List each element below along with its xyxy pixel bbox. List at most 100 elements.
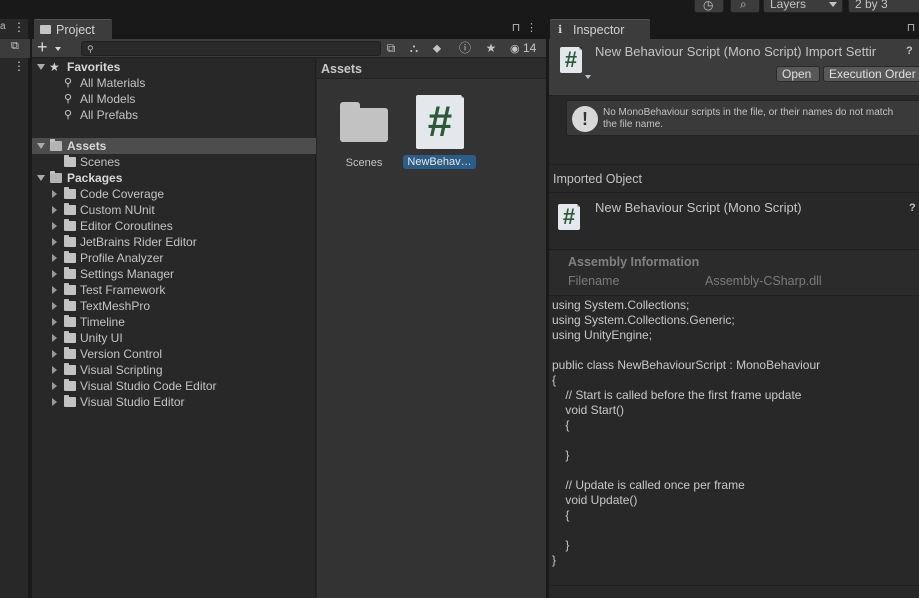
tree-item-package[interactable]: TextMeshPro <box>32 298 316 314</box>
tree-item-scenes[interactable]: Scenes <box>32 154 316 170</box>
imported-object-title: New Behaviour Script (Mono Script) <box>595 200 802 215</box>
expand-arrow-icon[interactable] <box>52 302 57 310</box>
assets-breadcrumb[interactable]: Assets <box>317 59 546 79</box>
import-settings-header: # New Behaviour Script (Mono Script) Imp… <box>549 39 919 96</box>
tree-item-label: Unity UI <box>80 331 123 345</box>
script-symbol: # <box>427 97 453 146</box>
tab-inspector[interactable]: ℹ Inspector <box>550 19 650 40</box>
tree-item-package[interactable]: Code Coverage <box>32 186 316 202</box>
expand-arrow-icon[interactable] <box>52 334 57 342</box>
asset-label-newbehaviour[interactable]: NewBehav… <box>403 155 476 169</box>
tree-item-favorite[interactable]: ⚲ All Prefabs <box>32 107 316 123</box>
tree-item-package[interactable]: Timeline <box>32 314 316 330</box>
csharp-script-icon[interactable]: # <box>416 95 464 149</box>
tree-item-package[interactable]: Visual Scripting <box>32 362 316 378</box>
search-by-type-icon[interactable]: ⧉ <box>383 41 399 56</box>
filename-label: Filename <box>568 274 620 288</box>
favorite-star-icon[interactable]: ★ <box>483 41 499 56</box>
expand-arrow-icon[interactable] <box>52 270 57 278</box>
expand-arrow-icon[interactable] <box>52 366 57 374</box>
tree-item-label: Code Coverage <box>80 187 165 201</box>
expand-arrow-icon[interactable] <box>52 190 57 198</box>
expand-arrow-icon[interactable] <box>52 254 57 262</box>
search-input[interactable]: ⚲ <box>81 41 381 56</box>
expand-arrow-icon[interactable] <box>52 350 57 358</box>
expand-arrow-icon[interactable] <box>52 318 57 326</box>
tree-item-package[interactable]: Unity UI <box>32 330 316 346</box>
script-preview: using System.Collections; using System.C… <box>552 298 821 567</box>
tree-item-label: Visual Studio Editor <box>80 395 185 409</box>
filter-by-type-icon[interactable]: ⛬ <box>406 41 422 56</box>
folder-icon <box>64 219 76 231</box>
divider <box>549 192 919 193</box>
open-button[interactable]: Open <box>776 66 820 82</box>
tree-item-label: Assets <box>67 139 107 153</box>
tree-item-label: Profile Analyzer <box>80 251 164 265</box>
inspector-title: New Behaviour Script (Mono Script) Impor… <box>595 44 877 59</box>
chevron-down-icon <box>55 47 61 51</box>
warning-filter-icon[interactable]: ⓘ <box>457 41 473 56</box>
expand-arrow-icon[interactable] <box>52 398 57 406</box>
tree-item-label: Settings Manager <box>80 267 175 281</box>
collapse-icon: ⧉ <box>11 40 19 52</box>
tree-item-label: Favorites <box>67 60 121 74</box>
tree-item-package[interactable]: Editor Coroutines <box>32 218 316 234</box>
search-button[interactable]: ⌕ <box>730 0 760 13</box>
warning-icon: ! <box>572 106 598 132</box>
lock-icon[interactable]: ⊓ <box>511 22 521 34</box>
lock-icon[interactable]: ⊓ <box>906 22 916 34</box>
chevron-down-icon[interactable] <box>585 75 591 79</box>
search-icon: ⚲ <box>64 109 73 121</box>
folder-icon <box>64 267 76 279</box>
help-icon[interactable]: ? <box>909 202 916 214</box>
expand-arrow-icon[interactable] <box>37 175 45 181</box>
asset-label-scenes[interactable]: Scenes <box>337 156 391 170</box>
project-window: Project ⊓ ⋮ + ⚲ ⧉ ⛬ ⬥ ⓘ ★ ◉ 14 ★ Favorit… <box>32 19 546 598</box>
tree-item-favorites[interactable]: ★ Favorites <box>32 59 316 75</box>
filter-by-label-icon[interactable]: ⬥ <box>429 41 445 56</box>
tree-item-favorite[interactable]: ⚲ All Materials <box>32 75 316 91</box>
expand-arrow-icon[interactable] <box>52 382 57 390</box>
tree-item-assets[interactable]: Assets <box>32 138 316 154</box>
layout-dropdown[interactable]: 2 by 3 <box>848 0 919 13</box>
folder-icon <box>64 155 76 167</box>
tree-item-package[interactable]: Visual Studio Code Editor <box>32 378 316 394</box>
layers-dropdown[interactable]: Layers <box>763 0 843 13</box>
tree-item-label: Editor Coroutines <box>80 219 173 233</box>
folder-icon <box>64 379 76 391</box>
tree-item-favorite[interactable]: ⚲ All Models <box>32 91 316 107</box>
asset-item-scenes[interactable] <box>340 102 388 142</box>
expand-arrow-icon[interactable] <box>52 238 57 246</box>
eye-icon: ◉ <box>510 43 520 55</box>
help-icon[interactable]: ? <box>906 45 913 57</box>
tree-item-packages[interactable]: Packages <box>32 170 316 186</box>
tree-item-package[interactable]: Visual Studio Editor <box>32 394 316 410</box>
divider <box>549 585 919 586</box>
more-menu-icon[interactable]: ⋮ <box>13 59 25 73</box>
expand-arrow-icon[interactable] <box>37 143 45 149</box>
add-button[interactable]: + <box>37 38 65 58</box>
more-menu-icon[interactable]: ⋮ <box>526 22 537 34</box>
expand-arrow-icon[interactable] <box>52 206 57 214</box>
assembly-information-label: Assembly Information <box>568 255 700 269</box>
tab-inspector-label: Inspector <box>573 23 625 37</box>
execution-order-button[interactable]: Execution Order <box>823 66 919 82</box>
tree-item-package[interactable]: Profile Analyzer <box>32 250 316 266</box>
more-menu-icon[interactable]: ⋮ <box>13 20 25 34</box>
hidden-packages-toggle[interactable]: ◉ 14 <box>510 40 536 58</box>
collapse-button[interactable]: ⧉ <box>0 39 30 58</box>
expand-arrow-icon[interactable] <box>52 286 57 294</box>
filename-value: Assembly-CSharp.dll <box>705 274 822 288</box>
tree-item-label: All Materials <box>80 76 146 90</box>
expand-arrow-icon[interactable] <box>52 222 57 230</box>
folder-icon <box>64 187 76 199</box>
lock-icon[interactable]: a <box>0 21 6 32</box>
tree-item-package[interactable]: Test Framework <box>32 282 316 298</box>
history-button[interactable]: ◷ <box>694 0 724 13</box>
tree-item-package[interactable]: Version Control <box>32 346 316 362</box>
tree-item-package[interactable]: JetBrains Rider Editor <box>32 234 316 250</box>
tree-item-package[interactable]: Settings Manager <box>32 266 316 282</box>
folder-icon <box>64 347 76 359</box>
tree-item-package[interactable]: Custom NUnit <box>32 202 316 218</box>
expand-arrow-icon[interactable] <box>37 64 45 70</box>
